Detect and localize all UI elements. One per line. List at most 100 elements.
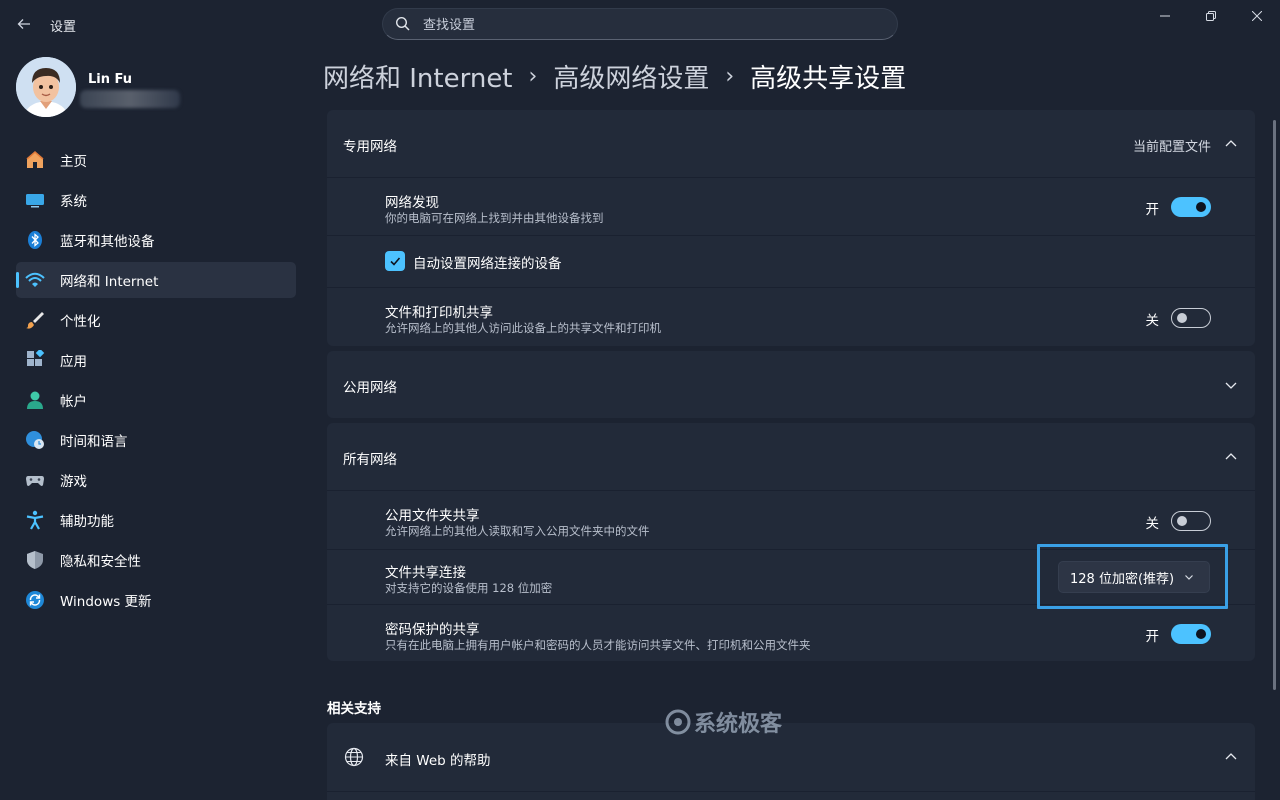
sidebar-item-privacy[interactable]: 隐私和安全性: [16, 542, 296, 578]
sidebar-item-label: 蓝牙和其他设备: [60, 234, 155, 250]
close-button[interactable]: [1234, 6, 1280, 26]
chevron-right-icon: ›: [528, 63, 538, 89]
search-input[interactable]: [423, 15, 863, 35]
minimize-button[interactable]: [1142, 6, 1188, 26]
scrollbar[interactable]: [1273, 120, 1276, 690]
private-network-title: 专用网络: [343, 139, 397, 155]
close-icon: [1252, 11, 1262, 21]
private-network-header[interactable]: 专用网络 当前配置文件: [327, 110, 1255, 177]
password-protected-sharing-title: 密码保护的共享: [385, 622, 480, 638]
current-profile-label: 当前配置文件: [1132, 140, 1211, 155]
check-icon: [390, 257, 401, 266]
globe-icon: [344, 747, 364, 767]
search-icon: [395, 16, 410, 31]
sidebar-item-label: 应用: [60, 354, 87, 370]
all-networks-panel: 所有网络 公用文件夹共享 允许网络上的其他人读取和写入公用文件夹中的文件 关 文…: [327, 423, 1255, 661]
sidebar-item-label: 主页: [60, 154, 87, 170]
network-discovery-toggle[interactable]: [1171, 197, 1211, 217]
sidebar-item-gaming[interactable]: 游戏: [16, 462, 296, 498]
sidebar-item-home[interactable]: 主页: [16, 142, 296, 178]
system-icon: [24, 189, 46, 211]
all-networks-header[interactable]: 所有网络: [327, 423, 1255, 490]
sidebar-item-system[interactable]: 系统: [16, 182, 296, 218]
sidebar-item-accessibility[interactable]: 辅助功能: [16, 502, 296, 538]
all-networks-title: 所有网络: [343, 452, 397, 468]
sidebar-item-label: 辅助功能: [60, 514, 114, 530]
file-sharing-connections-desc: 对支持它的设备使用 128 位加密: [385, 581, 553, 595]
chevron-up-icon[interactable]: [1223, 136, 1239, 152]
auto-setup-row: 自动设置网络连接的设备: [327, 235, 1255, 287]
password-protected-sharing-row: 密码保护的共享 只有在此电脑上拥有用户帐户和密码的人员才能访问共享文件、打印机和…: [327, 604, 1255, 661]
sidebar-item-label: 系统: [60, 194, 87, 210]
public-folder-sharing-title: 公用文件夹共享: [385, 508, 480, 524]
sidebar-item-label: 时间和语言: [60, 434, 128, 450]
chevron-down-icon[interactable]: [1223, 377, 1239, 393]
public-network-panel[interactable]: 公用网络: [327, 351, 1255, 418]
restore-icon: [1206, 11, 1216, 21]
bluetooth-icon: [24, 229, 46, 251]
breadcrumb-item[interactable]: 高级网络设置: [553, 58, 709, 95]
breadcrumb-item[interactable]: 网络和 Internet: [323, 58, 513, 95]
watermark-text: 系统极客: [694, 712, 783, 737]
globe-clock-icon: [24, 429, 46, 451]
sidebar-item-time-language[interactable]: 时间和语言: [16, 422, 296, 458]
web-help-title: 来自 Web 的帮助: [385, 753, 491, 769]
sidebar-item-windows-update[interactable]: Windows 更新: [16, 582, 296, 618]
public-network-header[interactable]: 公用网络: [327, 351, 1255, 418]
file-printer-sharing-toggle[interactable]: [1171, 308, 1211, 328]
sidebar-item-accounts[interactable]: 帐户: [16, 382, 296, 418]
public-folder-sharing-row: 公用文件夹共享 允许网络上的其他人读取和写入公用文件夹中的文件 关: [327, 490, 1255, 549]
shield-icon: [24, 549, 46, 571]
highlight-box: [1037, 544, 1228, 609]
watermark-logo-icon: [665, 709, 691, 735]
avatar[interactable]: [16, 57, 76, 117]
sidebar-item-apps[interactable]: 应用: [16, 342, 296, 378]
sidebar-item-label: 游戏: [60, 474, 87, 490]
sidebar-item-bluetooth[interactable]: 蓝牙和其他设备: [16, 222, 296, 258]
password-protected-sharing-toggle[interactable]: [1171, 624, 1211, 644]
network-discovery-row: 网络发现 你的电脑可在网络上找到并由其他设备找到 开: [327, 177, 1255, 235]
auto-setup-checkbox[interactable]: [385, 251, 405, 271]
page-title: 高级共享设置: [750, 63, 907, 94]
sidebar-item-network[interactable]: 网络和 Internet: [16, 262, 296, 298]
search-box[interactable]: [382, 8, 898, 40]
watermark: 系统极客: [664, 706, 782, 738]
web-help-content: [327, 791, 1255, 800]
restore-button[interactable]: [1188, 6, 1234, 26]
brush-icon: [24, 309, 46, 331]
sidebar-item-label: 帐户: [60, 394, 87, 410]
sidebar-nav: 主页 系统 蓝牙和其他设备 网络和 Internet 个性化 应用 帐户 时间和…: [16, 142, 296, 622]
network-discovery-desc: 你的电脑可在网络上找到并由其他设备找到: [385, 211, 604, 225]
avatar-image: [16, 57, 76, 117]
file-printer-sharing-row: 文件和打印机共享 允许网络上的其他人访问此设备上的共享文件和打印机 关: [327, 287, 1255, 346]
update-icon: [24, 589, 46, 611]
password-protected-sharing-desc: 只有在此电脑上拥有用户帐户和密码的人员才能访问共享文件、打印机和公用文件夹: [385, 638, 811, 652]
arrow-left-icon: [17, 19, 30, 29]
home-icon: [24, 149, 46, 171]
sidebar-item-label: Windows 更新: [60, 594, 152, 610]
wifi-icon: [24, 269, 46, 291]
related-support-title: 相关支持: [327, 701, 381, 717]
chevron-up-icon[interactable]: [1223, 749, 1239, 765]
chevron-up-icon[interactable]: [1223, 449, 1239, 465]
back-button[interactable]: [10, 10, 38, 38]
toggle-state-label: 开: [1145, 629, 1160, 645]
breadcrumb: 网络和 Internet › 高级网络设置 › 高级共享设置: [323, 58, 906, 94]
network-discovery-title: 网络发现: [385, 195, 439, 211]
auto-setup-label: 自动设置网络连接的设备: [413, 256, 562, 272]
public-folder-sharing-desc: 允许网络上的其他人读取和写入公用文件夹中的文件: [385, 524, 650, 538]
toggle-state-label: 关: [1145, 313, 1160, 329]
file-printer-sharing-desc: 允许网络上的其他人访问此设备上的共享文件和打印机: [385, 321, 661, 335]
chevron-right-icon: ›: [725, 63, 735, 89]
public-network-title: 公用网络: [343, 380, 397, 396]
toggle-state-label: 关: [1145, 516, 1160, 532]
sidebar-item-label: 隐私和安全性: [60, 554, 141, 570]
profile-name: Lin Fu: [88, 72, 133, 87]
profile-email-redacted: [80, 90, 180, 108]
toggle-state-label: 开: [1145, 202, 1160, 218]
apps-icon: [24, 349, 46, 371]
sidebar-item-personalization[interactable]: 个性化: [16, 302, 296, 338]
account-icon: [24, 389, 46, 411]
web-help-header[interactable]: 来自 Web 的帮助: [327, 723, 1255, 791]
public-folder-sharing-toggle[interactable]: [1171, 511, 1211, 531]
